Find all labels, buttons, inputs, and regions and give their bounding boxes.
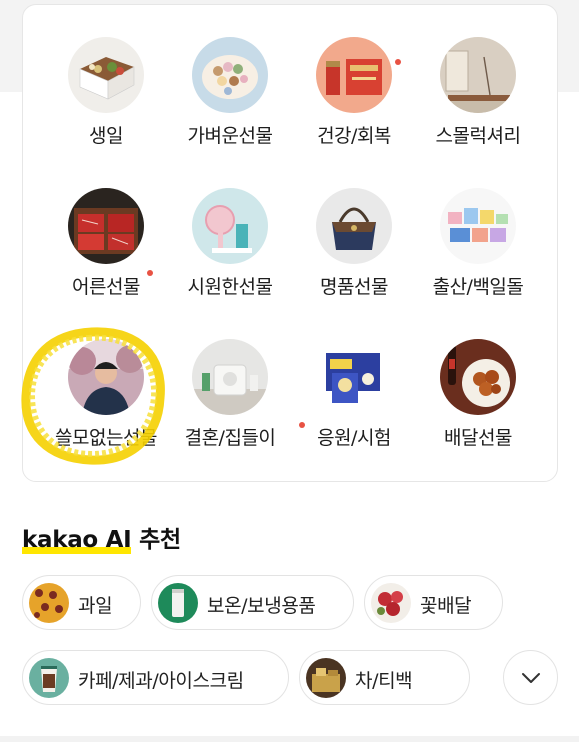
chip-label: 보온/보냉용품 [207, 595, 316, 617]
category-label: 스몰럭셔리 [435, 125, 521, 147]
chip-flower-delivery[interactable]: 꽃배달 [364, 575, 503, 630]
snack-box-icon [316, 339, 392, 415]
chicken-icon [440, 339, 516, 415]
category-label: 시원한선물 [187, 276, 273, 298]
coffee-icon [29, 658, 69, 698]
category-cheer-exam[interactable]: 응원/시험 [289, 307, 419, 449]
category-label: 쓸모없는선물 [55, 427, 157, 449]
chip-label: 꽃배달 [420, 595, 472, 617]
category-light-gift[interactable]: 가벼운선물 [165, 5, 295, 147]
category-label: 명품선물 [320, 276, 388, 298]
gift-box-icon [68, 37, 144, 113]
chip-tea[interactable]: 차/티백 [299, 650, 470, 705]
beef-icon [68, 188, 144, 264]
category-useless-gift[interactable]: 쓸모없는선물 [41, 307, 171, 449]
recommend-suffix: 추천 [131, 527, 181, 553]
category-baby-gift[interactable]: 출산/백일돌 [413, 156, 543, 298]
category-small-luxury[interactable]: 스몰럭셔리 [413, 5, 543, 147]
category-wedding[interactable]: 결혼/집들이 [165, 307, 305, 449]
category-label: 건강/회복 [317, 125, 391, 147]
appliance-icon [192, 339, 268, 415]
category-label: 생일 [89, 125, 123, 147]
category-cool-gift[interactable]: 시원한선물 [165, 156, 295, 298]
tumbler-icon [158, 583, 198, 623]
section-divider [0, 736, 579, 742]
category-elder-gift[interactable]: 어른선물 [41, 156, 171, 298]
chip-thermal-goods[interactable]: 보온/보냉용품 [151, 575, 354, 630]
chip-label: 과일 [78, 595, 113, 617]
macaron-icon [192, 37, 268, 113]
portrait-icon [68, 339, 144, 415]
category-label: 어른선물 [72, 276, 140, 298]
handbag-icon [316, 188, 392, 264]
fan-icon [192, 188, 268, 264]
chip-fruit[interactable]: 과일 [22, 575, 141, 630]
tea-icon [306, 658, 346, 698]
expand-more-button[interactable] [503, 650, 558, 705]
category-luxury-gift[interactable]: 명품선물 [289, 156, 419, 298]
category-label: 결혼/집들이 [184, 427, 276, 449]
chip-label: 차/티백 [355, 670, 413, 692]
incense-icon [440, 37, 516, 113]
ai-recommend-title: kakao AI 추천 [22, 520, 181, 554]
chip-cafe-bakery[interactable]: 카페/제과/아이스크림 [22, 650, 289, 705]
chip-label: 카페/제과/아이스크림 [78, 670, 244, 692]
health-supplement-icon [316, 37, 392, 113]
category-label: 가벼운선물 [187, 125, 273, 147]
new-dot-badge [395, 59, 401, 65]
flower-icon [371, 583, 411, 623]
category-health[interactable]: 건강/회복 [289, 5, 419, 147]
category-card: 생일 가벼운선물 건강/회복 스몰럭셔리 어른선물 시원한선물 명품선물 출산/… [22, 4, 558, 482]
chevron-down-icon [522, 673, 540, 683]
fruit-icon [29, 583, 69, 623]
baby-goods-icon [440, 188, 516, 264]
category-label: 응원/시험 [317, 427, 391, 449]
category-label: 출산/백일돌 [432, 276, 524, 298]
category-label: 배달선물 [444, 427, 512, 449]
category-delivery-gift[interactable]: 배달선물 [413, 307, 543, 449]
category-birthday[interactable]: 생일 [41, 5, 171, 147]
kakao-ai-brand: kakao AI [22, 527, 132, 554]
